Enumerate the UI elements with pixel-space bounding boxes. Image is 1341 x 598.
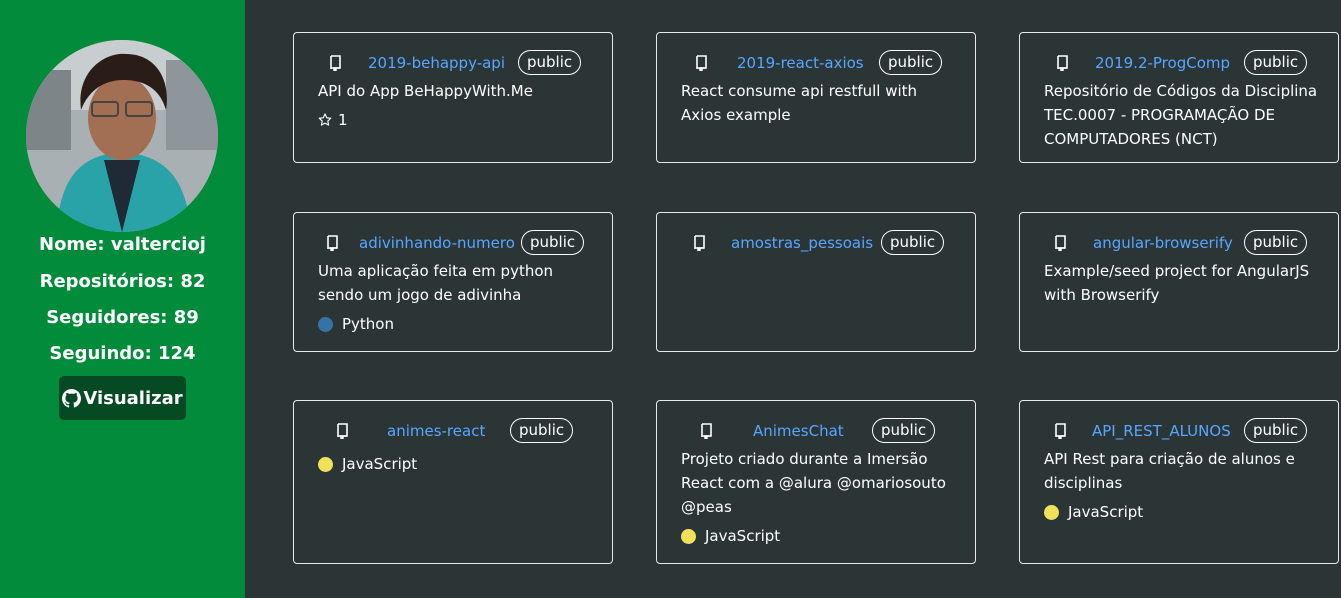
language-color-dot bbox=[318, 456, 333, 472]
repo-icon bbox=[1054, 423, 1068, 443]
repo-description: Uma aplicação feita em python sendo um j… bbox=[318, 262, 554, 304]
language-label: Python bbox=[342, 315, 394, 333]
repo-icon bbox=[693, 235, 707, 255]
repo-name-link[interactable]: 2019-react-axios bbox=[737, 54, 864, 72]
repo-name-link[interactable]: amostras_pessoais bbox=[731, 234, 873, 252]
language-label: JavaScript bbox=[705, 527, 781, 545]
visibility-badge: public bbox=[872, 418, 936, 443]
repo-icon bbox=[329, 55, 343, 75]
repo-description: Example/seed project for AngularJS with … bbox=[1044, 262, 1310, 304]
visibility-badge: public bbox=[1244, 50, 1308, 75]
repo-icon bbox=[1054, 235, 1068, 255]
language-label: JavaScript bbox=[1068, 503, 1144, 521]
repo-language: Python bbox=[318, 315, 394, 333]
visibility-badge: public bbox=[518, 50, 582, 75]
star-icon bbox=[318, 113, 332, 126]
avatar bbox=[26, 40, 218, 232]
repo-icon bbox=[336, 423, 350, 443]
repo-name-link[interactable]: AnimesChat bbox=[753, 422, 844, 440]
repo-icon bbox=[700, 423, 714, 443]
language-label: JavaScript bbox=[342, 455, 418, 473]
visibility-badge: public bbox=[521, 230, 585, 255]
language-color-dot bbox=[318, 316, 333, 332]
repo-name-link[interactable]: angular-browserify bbox=[1093, 234, 1233, 252]
repo-card[interactable]: 2019-behappy-api public API do App BeHap… bbox=[293, 32, 613, 163]
profile-sidebar: Nome: valtercioj Repositórios: 82 Seguid… bbox=[0, 0, 245, 598]
repo-description: React consume api restfull with Axios ex… bbox=[681, 82, 918, 124]
repo-icon bbox=[1056, 55, 1070, 75]
github-icon bbox=[62, 388, 82, 408]
visibility-badge: public bbox=[1244, 418, 1308, 443]
repo-name-link[interactable]: 2019.2-ProgComp bbox=[1095, 54, 1230, 72]
repo-language: JavaScript bbox=[1044, 503, 1143, 521]
repo-language: JavaScript bbox=[681, 527, 780, 545]
repo-card[interactable]: animes-react public JavaScript bbox=[293, 400, 613, 564]
language-color-dot bbox=[1044, 504, 1059, 520]
repo-language: JavaScript bbox=[318, 455, 417, 473]
repo-card[interactable]: 2019-react-axios public React consume ap… bbox=[656, 32, 976, 163]
repo-description: API Rest para criação de alunos e discip… bbox=[1044, 450, 1295, 492]
repo-description: API do App BeHappyWith.Me bbox=[318, 82, 533, 100]
repo-card[interactable]: amostras_pessoais public bbox=[656, 212, 976, 352]
repo-card[interactable]: 2019.2-ProgComp public Repositório de Có… bbox=[1019, 32, 1339, 163]
repo-name-link[interactable]: adivinhando-numero bbox=[359, 234, 515, 252]
repo-card[interactable]: angular-browserify public Example/seed p… bbox=[1019, 212, 1339, 352]
view-button-label: Visualizar bbox=[83, 387, 183, 409]
visibility-badge: public bbox=[1244, 230, 1308, 255]
repo-name-link[interactable]: API_REST_ALUNOS bbox=[1092, 422, 1231, 440]
profile-followers-count: Seguidores: 89 bbox=[46, 307, 199, 328]
repo-card[interactable]: adivinhando-numero public Uma aplicação … bbox=[293, 212, 613, 352]
repo-card[interactable]: AnimesChat public Projeto criado durante… bbox=[656, 400, 976, 564]
visibility-badge: public bbox=[510, 418, 574, 443]
profile-repos-count: Repositórios: 82 bbox=[39, 271, 206, 292]
repo-name-link[interactable]: 2019-behappy-api bbox=[368, 54, 505, 72]
view-github-button[interactable]: Visualizar bbox=[59, 376, 186, 420]
repo-stars: 1 bbox=[318, 111, 348, 129]
visibility-badge: public bbox=[881, 230, 945, 255]
repo-grid: 2019-behappy-api public API do App BeHap… bbox=[245, 0, 1341, 598]
stars-count: 1 bbox=[338, 111, 348, 129]
repo-name-link[interactable]: animes-react bbox=[387, 422, 485, 440]
repo-description: Repositório de Códigos da Disciplina TEC… bbox=[1044, 82, 1318, 148]
repo-icon bbox=[326, 235, 340, 255]
visibility-badge: public bbox=[879, 50, 943, 75]
profile-name: Nome: valtercioj bbox=[39, 234, 206, 255]
repo-card[interactable]: API_REST_ALUNOS public API Rest para cri… bbox=[1019, 400, 1339, 564]
profile-following-count: Seguindo: 124 bbox=[49, 343, 196, 364]
repo-icon bbox=[695, 55, 709, 75]
repo-description: Projeto criado durante a Imersão React c… bbox=[681, 450, 946, 516]
language-color-dot bbox=[681, 528, 696, 544]
